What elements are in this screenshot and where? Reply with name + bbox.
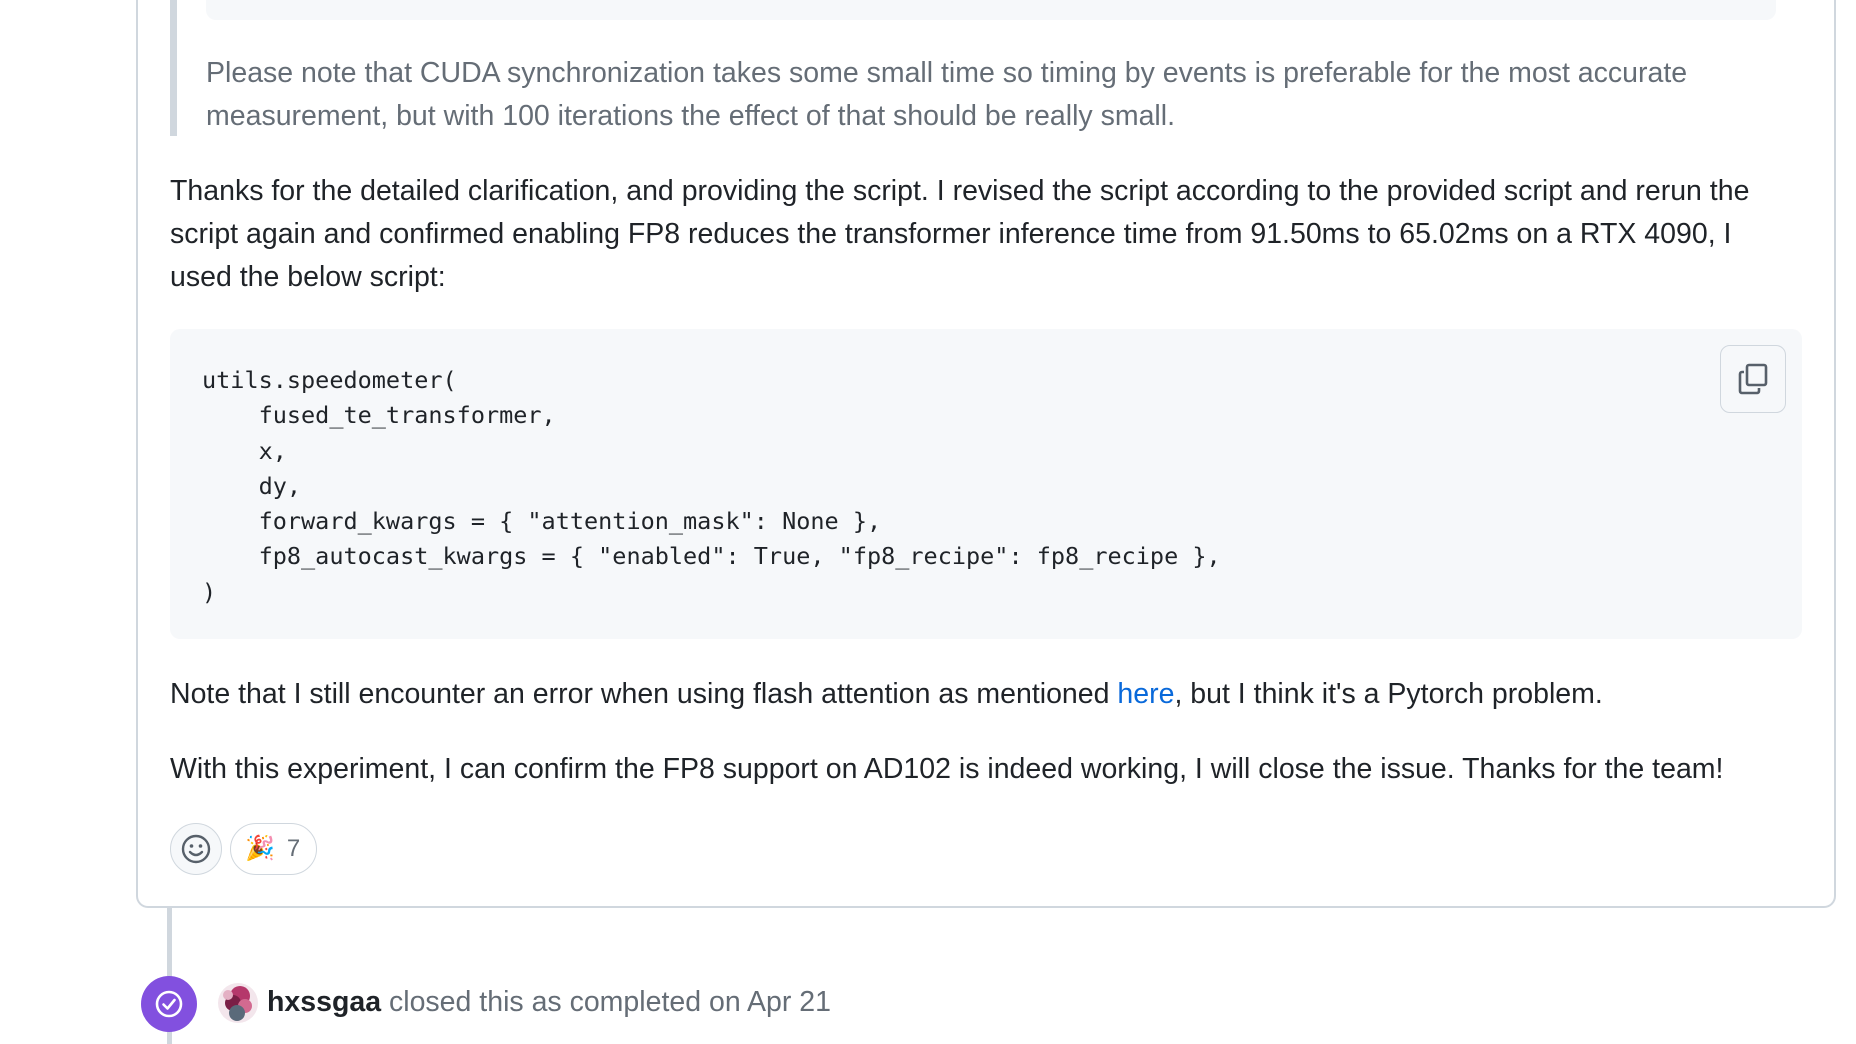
paragraph-2-text-before: Note that I still encounter an error whe… [170, 678, 1118, 710]
previous-code-block [206, 0, 1776, 20]
timeline-event-text: hxssgaa closed this as completed on Apr … [267, 982, 831, 1022]
smiley-icon [181, 834, 211, 864]
copy-button[interactable] [1720, 345, 1786, 413]
here-link[interactable]: here [1117, 678, 1174, 710]
check-circle-icon [155, 990, 183, 1018]
comment-paragraph-1: Thanks for the detailed clarification, a… [170, 175, 1750, 293]
event-username-link[interactable]: hxssgaa [267, 986, 381, 1018]
reaction-count: 7 [286, 835, 301, 862]
blockquote-bar [170, 0, 177, 136]
code-block: utils.speedometer( fused_te_transformer,… [170, 329, 1802, 639]
tada-icon: 🎉 [245, 835, 275, 862]
code-content: utils.speedometer( fused_te_transformer,… [202, 366, 1221, 606]
add-reaction-button[interactable] [170, 823, 222, 875]
comment-paragraph-3: With this experiment, I can confirm the … [170, 753, 1724, 785]
event-action-text: closed this as completed on Apr 21 [381, 986, 832, 1018]
paragraph-2-text-after: , but I think it's a Pytorch problem. [1174, 678, 1603, 710]
copy-icon [1738, 363, 1768, 395]
reaction-tada-button[interactable]: 🎉 7 [230, 823, 317, 875]
comment-paragraph-2: Note that I still encounter an error whe… [170, 673, 1770, 716]
closed-event-badge [141, 976, 197, 1032]
user-avatar-image [218, 983, 258, 1023]
blockquote-text: Please note that CUDA synchronization ta… [206, 57, 1688, 132]
avatar[interactable] [218, 983, 258, 1023]
